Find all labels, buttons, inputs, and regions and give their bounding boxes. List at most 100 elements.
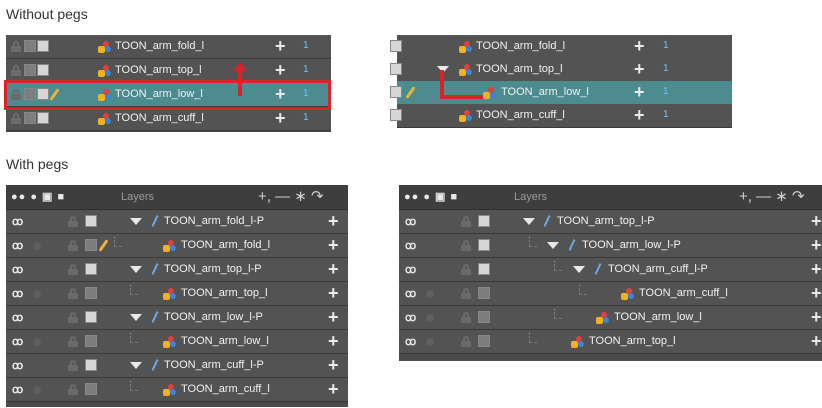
layer-row[interactable]: TOON_arm_fold_l + 1: [390, 35, 732, 59]
add-icon[interactable]: +: [811, 307, 822, 327]
layer-name[interactable]: TOON_arm_fold_l: [115, 40, 204, 52]
eye-icon[interactable]: ꝏ: [405, 335, 416, 348]
eye-icon[interactable]: ꝏ: [12, 239, 23, 252]
add-icon[interactable]: +: [275, 36, 286, 56]
peg-row[interactable]: ꝏ TOON_arm_top_l-P +: [6, 258, 348, 282]
layer-name[interactable]: TOON_arm_top_l-P: [557, 215, 655, 227]
layer-name[interactable]: TOON_arm_cuff_l: [181, 383, 270, 395]
layer-name[interactable]: TOON_arm_low_l-P: [582, 239, 681, 251]
eye-icon[interactable]: ꝏ: [405, 239, 416, 252]
color-swatch[interactable]: [37, 112, 49, 124]
color-swatch[interactable]: [390, 86, 402, 98]
color-swatch[interactable]: [390, 63, 402, 75]
eye-icon[interactable]: ꝏ: [12, 287, 23, 300]
color-swatch[interactable]: [85, 311, 97, 323]
lock-icon[interactable]: [68, 288, 78, 299]
add-icon[interactable]: +: [275, 108, 286, 128]
color-swatch[interactable]: [85, 215, 97, 227]
lock-icon[interactable]: [11, 65, 21, 76]
visibility-toggle[interactable]: [85, 335, 97, 347]
eye-icon[interactable]: ꝏ: [12, 263, 23, 276]
layer-row[interactable]: TOON_arm_cuff_l + 1: [390, 104, 732, 128]
solo-dot[interactable]: [33, 338, 41, 346]
color-swatch[interactable]: [478, 215, 490, 227]
lock-icon[interactable]: [11, 41, 21, 52]
color-swatch[interactable]: [85, 263, 97, 275]
eye-icon[interactable]: ꝏ: [12, 215, 23, 228]
eye-icon[interactable]: ꝏ: [12, 311, 23, 324]
lock-icon[interactable]: [461, 336, 471, 347]
add-icon[interactable]: +: [328, 331, 339, 351]
lock-icon[interactable]: [68, 264, 78, 275]
color-swatch[interactable]: [37, 64, 49, 76]
solo-dot[interactable]: [33, 386, 41, 394]
layer-name[interactable]: TOON_arm_fold_l: [476, 40, 565, 52]
eye-icon[interactable]: ꝏ: [405, 311, 416, 324]
layer-toolbar-buttons[interactable]: +, — ∗ ↷: [739, 187, 805, 205]
visibility-toggle[interactable]: [85, 287, 97, 299]
solo-dot[interactable]: [33, 242, 41, 250]
layer-name[interactable]: TOON_arm_cuff_l: [476, 109, 565, 121]
layer-row[interactable]: ꝏ TOON_arm_top_l +: [399, 330, 822, 354]
add-icon[interactable]: +: [328, 355, 339, 375]
layer-name[interactable]: TOON_arm_fold_l-P: [164, 215, 264, 227]
add-icon[interactable]: +: [811, 331, 822, 351]
add-icon[interactable]: +: [328, 307, 339, 327]
layer-name[interactable]: TOON_arm_cuff_l: [115, 112, 204, 124]
add-icon[interactable]: +: [634, 36, 645, 56]
visibility-toggle[interactable]: [478, 287, 490, 299]
add-icon[interactable]: +: [328, 259, 339, 279]
add-icon[interactable]: +: [811, 259, 822, 279]
solo-dot[interactable]: [426, 290, 434, 298]
layer-row[interactable]: ꝏ TOON_arm_low_l +: [399, 306, 822, 330]
lock-icon[interactable]: [68, 312, 78, 323]
peg-row[interactable]: ꝏ TOON_arm_top_l-P +: [399, 210, 822, 234]
peg-row[interactable]: ꝏ TOON_arm_fold_l-P +: [6, 210, 348, 234]
layer-row[interactable]: ꝏ TOON_arm_cuff_l +: [399, 282, 822, 306]
lock-icon[interactable]: [461, 216, 471, 227]
layer-name[interactable]: TOON_arm_low_l: [501, 86, 589, 98]
visibility-toggle[interactable]: [24, 64, 36, 76]
layer-name[interactable]: TOON_arm_top_l: [476, 63, 563, 75]
collapse-triangle-icon[interactable]: [573, 266, 585, 273]
visibility-toggle[interactable]: [478, 335, 490, 347]
collapse-triangle-icon[interactable]: [130, 362, 142, 369]
layer-toolbar-buttons[interactable]: +, — ∗ ↷: [258, 187, 324, 205]
add-icon[interactable]: +: [275, 60, 286, 80]
add-icon[interactable]: +: [811, 235, 822, 255]
layer-name[interactable]: TOON_arm_top_l: [589, 335, 676, 347]
layer-row[interactable]: ꝏ TOON_arm_fold_l +: [6, 234, 348, 258]
layer-name[interactable]: TOON_arm_cuff_l-P: [164, 359, 264, 371]
eye-icon[interactable]: ꝏ: [405, 215, 416, 228]
add-icon[interactable]: +: [328, 211, 339, 231]
color-swatch[interactable]: [37, 40, 49, 52]
lock-icon[interactable]: [461, 240, 471, 251]
lock-icon[interactable]: [68, 336, 78, 347]
lock-icon[interactable]: [68, 240, 78, 251]
collapse-triangle-icon[interactable]: [130, 314, 142, 321]
peg-row[interactable]: ꝏ TOON_arm_low_l-P +: [399, 234, 822, 258]
layer-row[interactable]: TOON_arm_cuff_l + 1: [6, 107, 331, 131]
collapse-triangle-icon[interactable]: [130, 218, 142, 225]
eye-icon[interactable]: ꝏ: [12, 359, 23, 372]
visibility-toggle[interactable]: [85, 239, 97, 251]
column-header-icons[interactable]: ●● ● ▣ ■: [404, 190, 458, 203]
visibility-toggle[interactable]: [24, 112, 36, 124]
layer-name[interactable]: TOON_arm_low_l: [181, 335, 269, 347]
add-icon[interactable]: +: [328, 235, 339, 255]
column-header-icons[interactable]: ●● ● ▣ ■: [11, 190, 65, 203]
add-icon[interactable]: +: [634, 59, 645, 79]
color-swatch[interactable]: [478, 239, 490, 251]
solo-dot[interactable]: [426, 314, 434, 322]
visibility-toggle[interactable]: [24, 40, 36, 52]
layer-name[interactable]: TOON_arm_fold_l: [181, 239, 270, 251]
eye-icon[interactable]: ꝏ: [405, 287, 416, 300]
lock-icon[interactable]: [461, 288, 471, 299]
add-icon[interactable]: +: [328, 379, 339, 399]
lock-icon[interactable]: [461, 264, 471, 275]
layer-name[interactable]: TOON_arm_top_l: [115, 64, 202, 76]
collapse-triangle-icon[interactable]: [523, 218, 535, 225]
add-icon[interactable]: +: [328, 283, 339, 303]
add-icon[interactable]: +: [811, 283, 822, 303]
layer-name[interactable]: TOON_arm_cuff_l: [639, 287, 728, 299]
